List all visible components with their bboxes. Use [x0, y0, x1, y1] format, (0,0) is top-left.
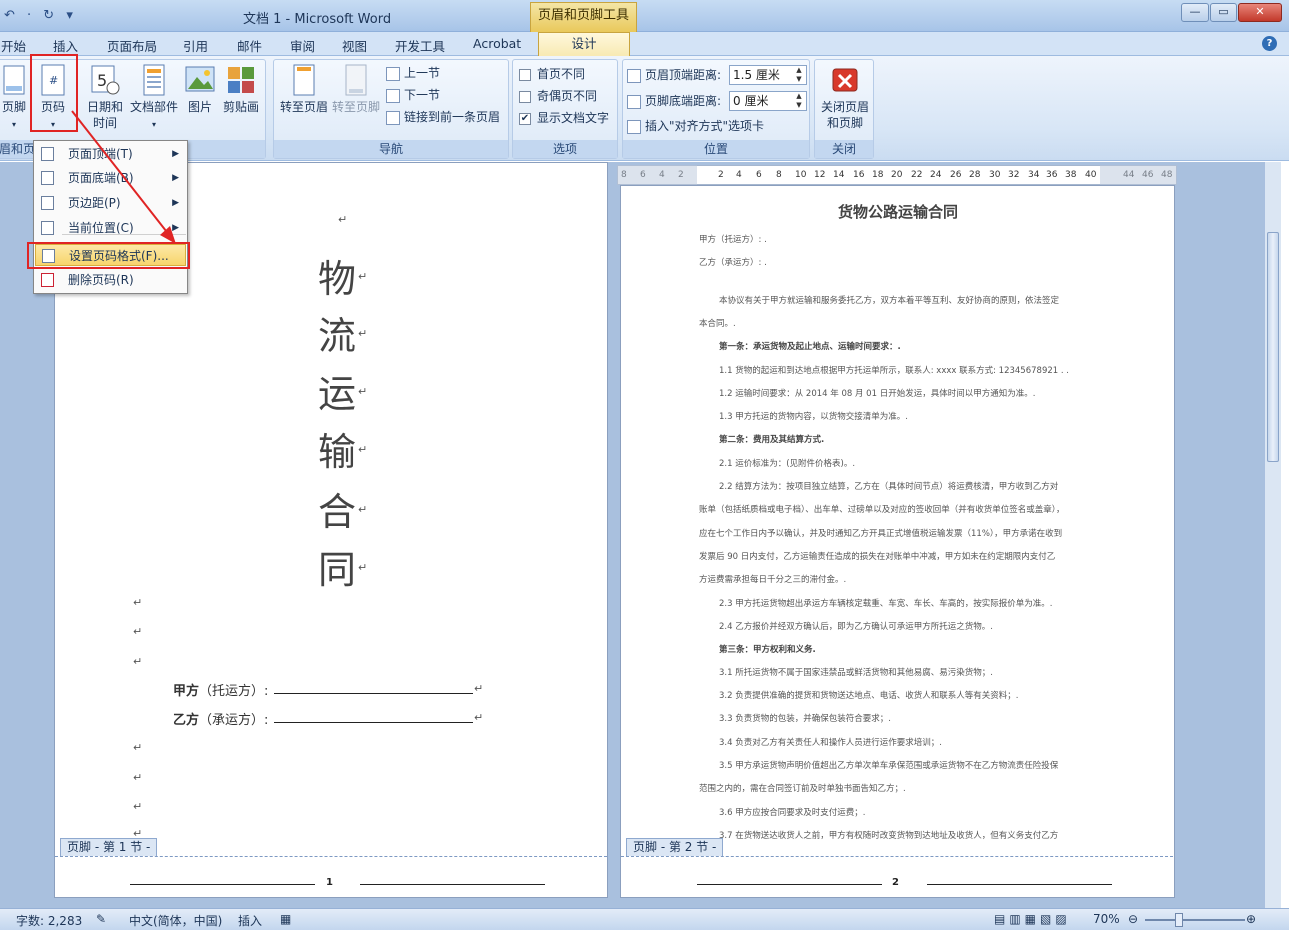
annotation-arrow: [71, 110, 176, 244]
